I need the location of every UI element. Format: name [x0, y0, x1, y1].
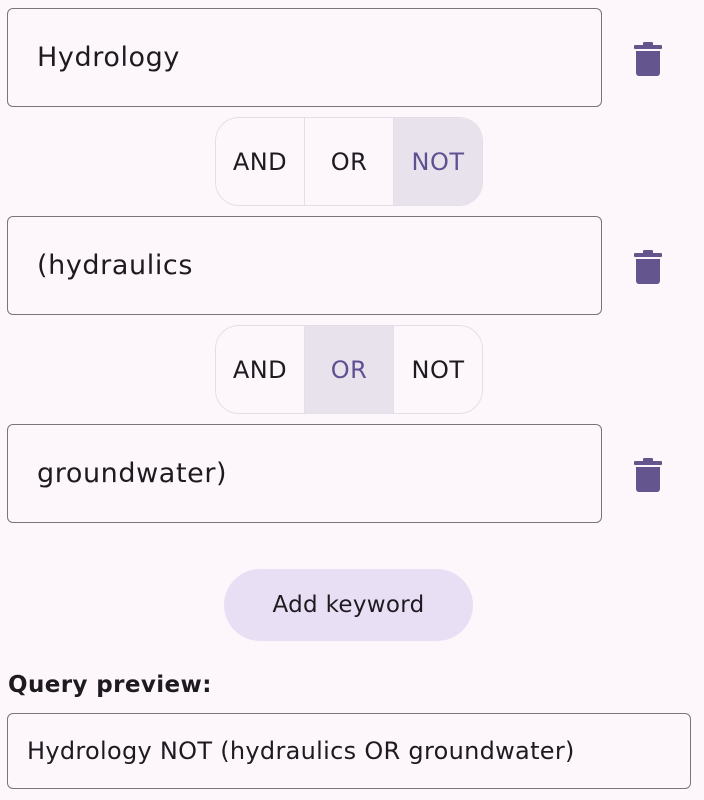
operator-or-option[interactable]: OR [304, 118, 393, 205]
keyword-field-value: groundwater) [37, 458, 228, 489]
query-preview-text: Hydrology NOT (hydraulics OR groundwater… [27, 737, 575, 765]
operator-not-option[interactable]: NOT [393, 118, 482, 205]
add-keyword-button[interactable]: Add keyword [224, 569, 473, 641]
query-preview-box: Hydrology NOT (hydraulics OR groundwater… [7, 713, 691, 789]
keyword-field-2[interactable]: (hydraulics [7, 216, 602, 315]
keyword-field-3[interactable]: groundwater) [7, 424, 602, 523]
trash-icon[interactable] [634, 458, 662, 492]
operator-selector-1: AND OR NOT [215, 117, 483, 206]
trash-icon[interactable] [634, 250, 662, 284]
operator-selector-2: AND OR NOT [215, 325, 483, 414]
operator-or-option[interactable]: OR [304, 326, 393, 413]
keyword-field-value: (hydraulics [37, 250, 194, 281]
trash-icon[interactable] [634, 42, 662, 76]
operator-and-option[interactable]: AND [216, 326, 304, 413]
keyword-field-1[interactable]: Hydrology [7, 8, 602, 107]
keyword-field-value: Hydrology [37, 42, 180, 73]
operator-and-option[interactable]: AND [216, 118, 304, 205]
query-preview-label: Query preview: [8, 672, 212, 698]
operator-not-option[interactable]: NOT [393, 326, 482, 413]
